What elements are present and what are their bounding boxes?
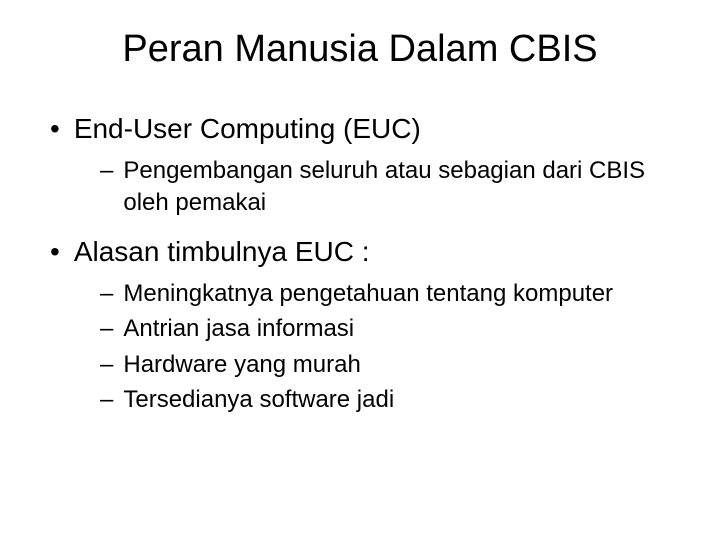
bullet-text: Pengembangan seluruh atau sebagian dari … [123, 155, 683, 217]
bullet-text: Alasan timbulnya EUC : [74, 234, 370, 270]
dash-icon: – [100, 313, 113, 344]
bullet-text: Meningkatnya pengetahuan tentang kompute… [123, 278, 613, 309]
dash-icon: – [100, 384, 113, 415]
dash-icon: – [100, 155, 113, 186]
bullet-level2: – Meningkatnya pengetahuan tentang kompu… [100, 278, 690, 309]
bullet-text: Antrian jasa informasi [123, 313, 354, 344]
bullet-level2: – Tersedianya software jadi [100, 384, 690, 415]
slide-title: Peran Manusia Dalam CBIS [30, 28, 690, 71]
bullet-dot-icon: • [50, 234, 60, 270]
bullet-text: Tersedianya software jadi [123, 384, 394, 415]
dash-icon: – [100, 349, 113, 380]
bullet-text: End-User Computing (EUC) [74, 111, 421, 147]
bullet-level1: • Alasan timbulnya EUC : [50, 234, 690, 270]
bullet-level2: – Antrian jasa informasi [100, 313, 690, 344]
bullet-level2: – Hardware yang murah [100, 349, 690, 380]
bullet-level2: – Pengembangan seluruh atau sebagian dar… [100, 155, 690, 217]
bullet-dot-icon: • [50, 111, 60, 147]
bullet-text: Hardware yang murah [123, 349, 360, 380]
dash-icon: – [100, 278, 113, 309]
bullet-level1: • End-User Computing (EUC) [50, 111, 690, 147]
